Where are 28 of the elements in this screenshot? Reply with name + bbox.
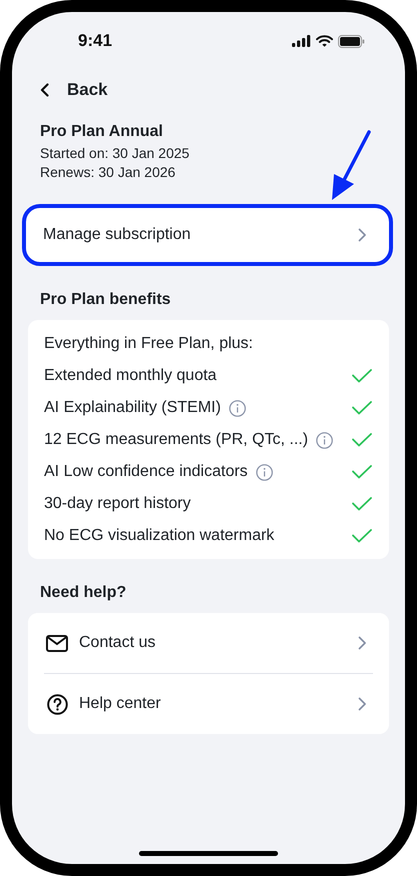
benefit-label: 30-day report history — [44, 495, 191, 513]
info-icon[interactable] — [256, 464, 273, 480]
benefit-label: 12 ECG measurements (PR, QTc, ...) — [44, 431, 308, 449]
back-chevron-icon — [40, 83, 49, 97]
benefit-label: No ECG visualization watermark — [44, 527, 274, 545]
info-icon[interactable] — [316, 432, 334, 448]
chevron-right-icon — [358, 697, 367, 711]
benefit-label: AI Low confidence indicators — [44, 463, 248, 481]
section-heading: Need help? — [40, 584, 128, 602]
manage-subscription-button[interactable]: Manage subscription — [22, 204, 393, 266]
benefit-label: Extended monthly quota — [44, 367, 217, 385]
benefits-intro: Everything in Free Plan, plus: — [44, 334, 254, 354]
section-heading: Pro Plan benefits — [40, 291, 172, 309]
chevron-right-icon — [358, 636, 367, 650]
chevron-right-icon — [358, 228, 367, 242]
start-date: Started on: 30 Jan 2025 — [40, 145, 190, 161]
benefit-label: AI Explainability (STEMI) — [44, 399, 221, 417]
mail-icon — [46, 634, 68, 652]
annotation-arrow — [330, 130, 372, 202]
signal-icon — [292, 35, 311, 47]
status-time: 9:41 — [78, 31, 112, 51]
back-button[interactable]: Back — [40, 80, 108, 100]
wifi-icon — [316, 35, 333, 47]
help-icon — [46, 694, 68, 714]
plan-name: Pro Plan Annual — [40, 123, 164, 141]
info-icon[interactable] — [228, 400, 246, 416]
battery-icon — [338, 34, 365, 48]
renew-date: Renews: 30 Jan 2026 — [40, 164, 176, 180]
